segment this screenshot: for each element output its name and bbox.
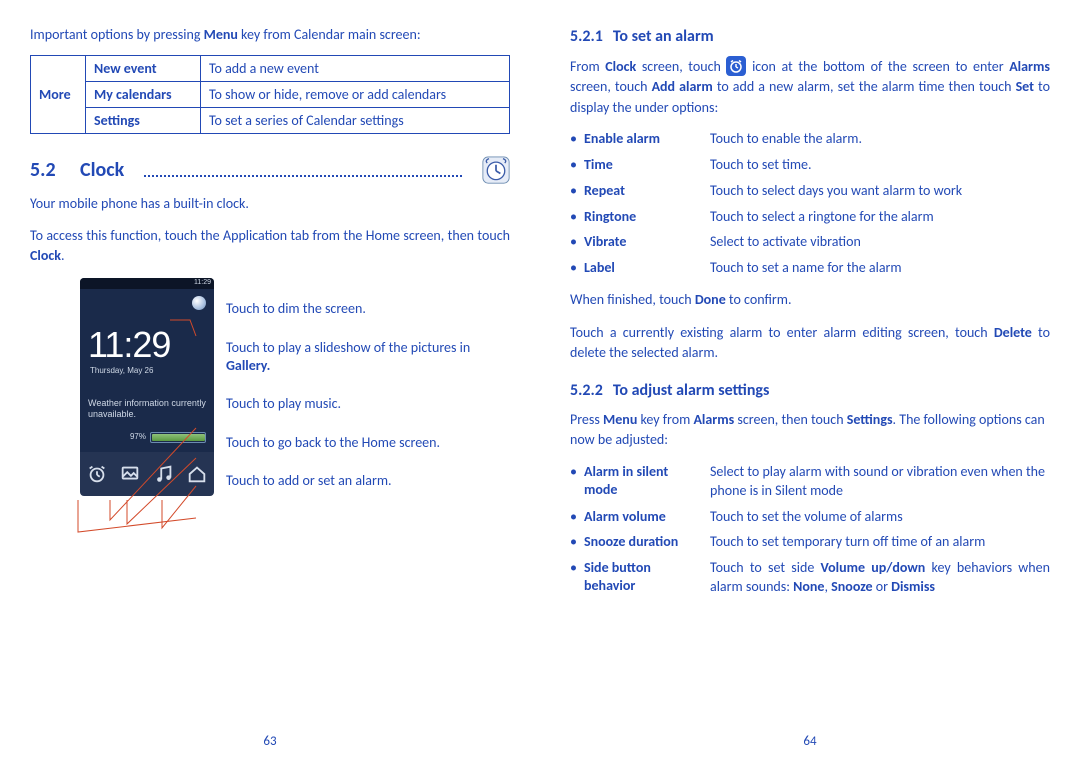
callouts: Touch to dim the screen. Touch to play a… — [226, 278, 486, 496]
option-row: • Side button behavior Touch to set side… — [570, 559, 1050, 597]
option-row: •Enable alarmTouch to enable the alarm. — [570, 130, 1050, 149]
page-left: Important options by pressing Menu key f… — [0, 0, 540, 767]
option-row: •Alarm in silent modeSelect to play alar… — [570, 463, 1050, 501]
calendar-intro: Important options by pressing Menu key f… — [30, 25, 510, 45]
section-number: 5.2 — [30, 158, 66, 182]
phone-battery-label: 97% — [130, 432, 146, 441]
alarm-icon — [86, 463, 108, 485]
phone-battery-bar — [150, 432, 206, 443]
gallery-icon — [119, 463, 141, 485]
table-row-label: New event — [86, 55, 201, 81]
text-bold: Gallery. — [226, 357, 270, 374]
phone-screenshot: 11:29 11:29 Thursday, May 26 Weather inf… — [80, 278, 214, 496]
heading-5-2-2: 5.2.2 To adjust alarm settings — [570, 381, 1050, 400]
paragraph: Your mobile phone has a built-in clock. — [30, 194, 510, 214]
paragraph: From Clock screen, touch icon at the bot… — [570, 56, 1050, 118]
phone-bottom-bar — [80, 452, 214, 496]
callout: Touch to go back to the Home screen. — [226, 434, 486, 453]
text: . — [61, 247, 65, 264]
calendar-options-table: More New event To add a new event My cal… — [30, 55, 510, 134]
option-row: •LabelTouch to set a name for the alarm — [570, 259, 1050, 278]
paragraph: To access this function, touch the Appli… — [30, 226, 510, 267]
option-row: •RepeatTouch to select days you want ala… — [570, 182, 1050, 201]
text: Touch to play a slideshow of the picture… — [226, 339, 470, 356]
phone-status-bar: 11:29 — [80, 278, 214, 289]
section-title: Clock — [80, 158, 124, 182]
text: To access this function, touch the Appli… — [30, 227, 510, 244]
heading-number: 5.2.1 — [570, 27, 603, 46]
home-icon — [186, 463, 208, 485]
text: Important options by pressing — [30, 26, 204, 43]
text: key from Calendar main screen: — [238, 26, 421, 43]
callout: Touch to play a slideshow of the picture… — [226, 339, 486, 377]
heading-title: To set an alarm — [613, 27, 714, 46]
heading-5-2-1: 5.2.1 To set an alarm — [570, 27, 1050, 46]
table-more-cell: More — [31, 55, 86, 133]
callout: Touch to dim the screen. — [226, 300, 486, 319]
dotted-leader — [144, 175, 462, 177]
table-row-label: My calendars — [86, 81, 201, 107]
phone-date: Thursday, May 26 — [90, 366, 153, 375]
options-522: •Alarm in silent modeSelect to play alar… — [570, 463, 1050, 597]
option-row: •TimeTouch to set time. — [570, 156, 1050, 175]
option-row: •RingtoneTouch to select a ringtone for … — [570, 208, 1050, 227]
table-row-desc: To show or hide, remove or add calendars — [200, 81, 509, 107]
option-row: •Snooze durationTouch to set temporary t… — [570, 533, 1050, 552]
paragraph: Touch a currently existing alarm to ente… — [570, 323, 1050, 364]
option-row: •Alarm volumeTouch to set the volume of … — [570, 508, 1050, 527]
page-number: 63 — [0, 734, 540, 749]
table-row-desc: To set a series of Calendar settings — [200, 107, 509, 133]
clock-app-icon — [482, 156, 510, 184]
page-right: 5.2.1 To set an alarm From Clock screen, … — [540, 0, 1080, 767]
section-heading-clock: 5.2 Clock — [30, 156, 510, 184]
option-row: •VibrateSelect to activate vibration — [570, 233, 1050, 252]
clock-figure: 11:29 11:29 Thursday, May 26 Weather inf… — [80, 278, 510, 496]
callout: Touch to play music. — [226, 395, 486, 414]
alarm-icon — [726, 56, 746, 76]
callout: Touch to add or set an alarm. — [226, 472, 486, 491]
moon-icon — [192, 296, 206, 310]
paragraph: When finished, touch Done to confirm. — [570, 290, 1050, 310]
phone-time: 11:29 — [88, 324, 170, 366]
heading-title: To adjust alarm settings — [613, 381, 770, 400]
music-icon — [153, 463, 175, 485]
table-row-desc: To add a new event — [200, 55, 509, 81]
options-521: •Enable alarmTouch to enable the alarm. … — [570, 130, 1050, 278]
table-row-label: Settings — [86, 107, 201, 133]
text-bold: Clock — [30, 247, 61, 264]
paragraph: Press Menu key from Alarms screen, then … — [570, 410, 1050, 451]
page-number: 64 — [540, 734, 1080, 749]
heading-number: 5.2.2 — [570, 381, 603, 400]
phone-weather: Weather information currently unavailabl… — [88, 398, 206, 419]
text-bold: Menu — [204, 26, 238, 43]
